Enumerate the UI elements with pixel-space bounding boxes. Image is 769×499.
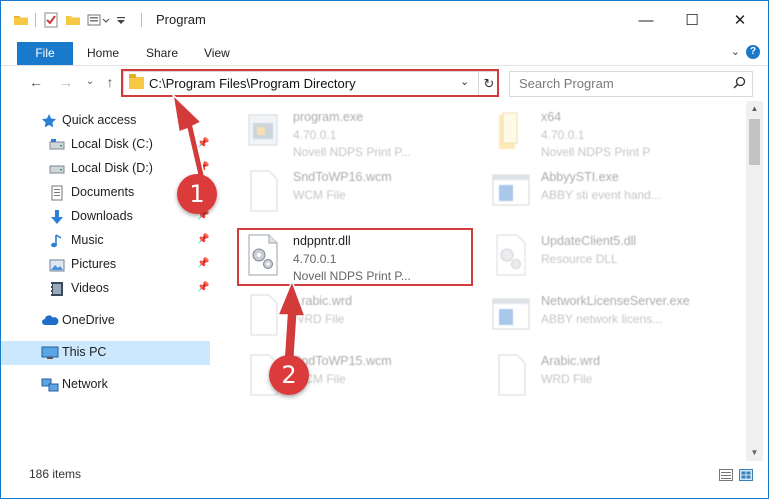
file-explorer-window: Program — ☐ ✕ File Home Share View ⌄ ? ←… [0, 0, 769, 499]
annotation-arrows [171, 92, 307, 363]
step-2-badge: 2 [269, 355, 309, 395]
arrow-2 [276, 278, 307, 363]
step-1-badge: 1 [177, 174, 217, 214]
